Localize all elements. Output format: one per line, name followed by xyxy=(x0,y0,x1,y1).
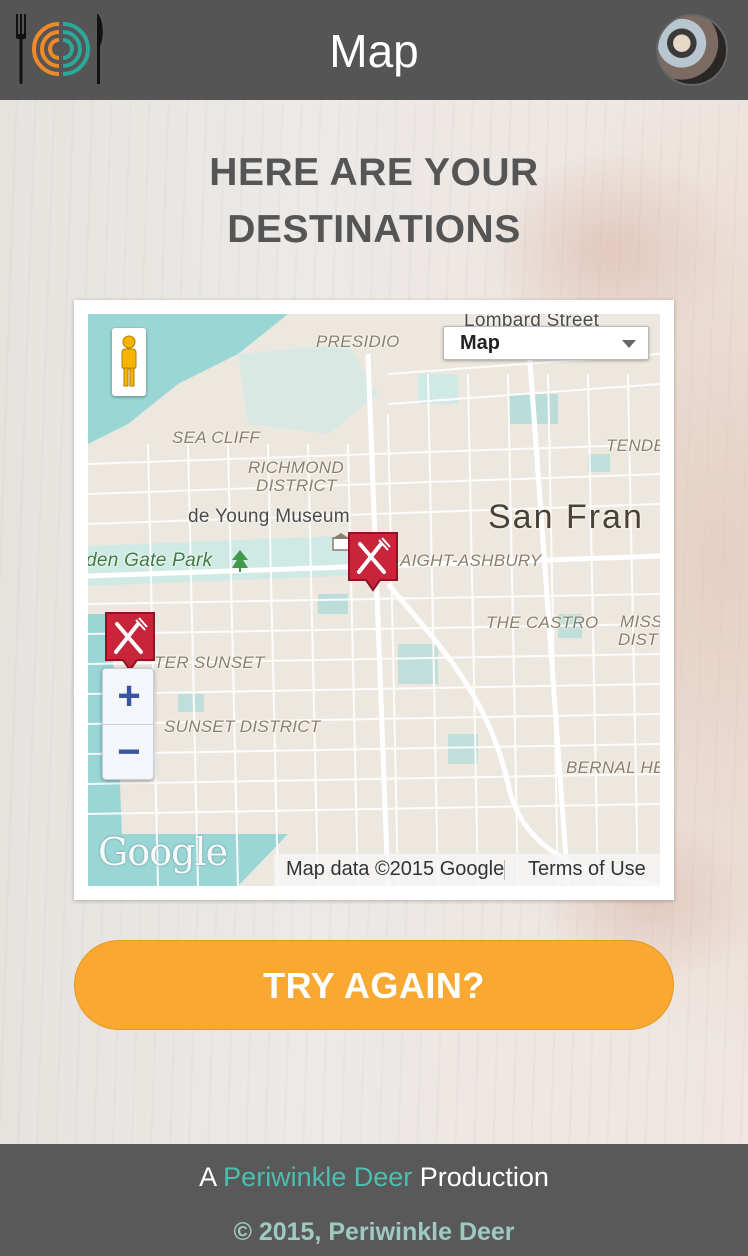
label-richmond-2: DISTRICT xyxy=(256,476,337,495)
dropdown-arrow-icon xyxy=(622,340,636,348)
label-mission-1: MISS xyxy=(620,612,660,631)
map-type-select[interactable]: Map xyxy=(443,326,649,360)
street-view-pegman[interactable] xyxy=(112,328,146,396)
map-data-credit: Map data ©2015 Google xyxy=(286,858,505,880)
label-outer-sunset: TER SUNSET xyxy=(154,653,265,672)
label-mission-2: DIST xyxy=(618,630,658,649)
google-logo: Google xyxy=(98,830,228,874)
restaurant-pin-icon xyxy=(348,532,398,592)
zoom-control: + − xyxy=(102,668,155,781)
map-tiles xyxy=(88,314,660,886)
footer-suffix: Production xyxy=(419,1162,549,1192)
destinations-heading: HERE ARE YOUR DESTINATIONS xyxy=(0,144,748,258)
label-tenderloin: TENDE xyxy=(606,436,660,455)
label-richmond-1: RICHMOND xyxy=(248,458,344,477)
try-again-button[interactable]: TRY AGAIN? xyxy=(74,940,674,1030)
label-the-castro: THE CASTRO xyxy=(486,613,599,632)
app-footer: A Periwinkle Deer Production © 2015, Per… xyxy=(0,1144,748,1256)
map-card: PRESIDIO Lombard Street SEA CLIFF RICHMO… xyxy=(74,300,674,900)
pegman-icon xyxy=(121,335,137,387)
label-presidio: PRESIDIO xyxy=(316,332,400,351)
label-golden-gate-park: den Gate Park xyxy=(88,550,213,571)
zoom-in-button[interactable]: + xyxy=(103,669,155,725)
headline-line-1: HERE ARE YOUR xyxy=(209,151,539,194)
zoom-out-button[interactable]: − xyxy=(103,725,155,781)
restaurant-pin-icon xyxy=(105,612,155,672)
footer-prefix: A xyxy=(199,1162,216,1192)
label-haight-ashbury: AIGHT-ASHBURY xyxy=(400,551,542,570)
restaurant-pin-haight[interactable] xyxy=(346,530,400,596)
footer-copyright: © 2015, Periwinkle Deer xyxy=(233,1218,515,1246)
label-sea-cliff: SEA CLIFF xyxy=(172,428,261,447)
label-san-francisco: San Fran xyxy=(488,498,644,536)
restaurant-pin-sunset[interactable] xyxy=(103,610,157,676)
label-sunset-district: SUNSET DISTRICT xyxy=(164,717,321,736)
terms-of-use-link[interactable]: Terms of Use xyxy=(528,858,646,881)
label-bernal-heights: BERNAL HE xyxy=(566,758,660,777)
label-de-young-museum: de Young Museum xyxy=(188,506,350,527)
map-attribution: Map data ©2015 Google Terms of Use xyxy=(274,854,660,886)
footer-brand-link[interactable]: Periwinkle Deer xyxy=(223,1162,412,1192)
page-title: Map xyxy=(329,25,419,77)
app-header: Map xyxy=(0,0,748,100)
google-map[interactable]: PRESIDIO Lombard Street SEA CLIFF RICHMO… xyxy=(88,314,660,886)
attribution-divider xyxy=(504,860,505,880)
footer-credit: A Periwinkle Deer Production xyxy=(0,1162,748,1193)
headline-line-2: DESTINATIONS xyxy=(227,208,521,251)
map-type-label: Map xyxy=(460,332,500,354)
avatar[interactable] xyxy=(656,14,728,86)
